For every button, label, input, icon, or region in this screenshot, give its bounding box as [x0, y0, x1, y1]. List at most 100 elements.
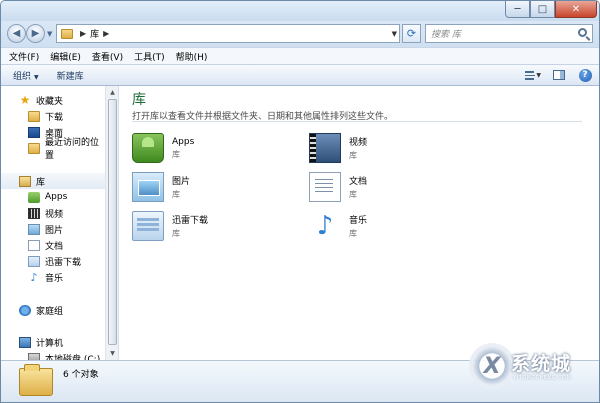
- nav-label: 家庭组: [36, 306, 64, 317]
- nav-label: 最近访问的位置: [45, 138, 100, 161]
- nav-favorites[interactable]: ★ 收藏夹: [1, 92, 105, 108]
- documents-library-icon: [28, 239, 40, 251]
- nav-label: 计算机: [36, 338, 64, 349]
- tile-type: 库: [349, 190, 357, 199]
- close-button[interactable]: ✕: [555, 1, 597, 18]
- search-placeholder: 搜索 库: [431, 30, 461, 40]
- menu-help[interactable]: 帮助(H): [176, 50, 208, 63]
- navigation-pane: ★ 收藏夹 下载 桌面 最近访问的位置 库 Apps 视频 图片 文档 迅雷下载…: [1, 86, 105, 360]
- title-bar[interactable]: ─ □ ✕: [1, 1, 599, 21]
- view-controls: ▼ ?: [515, 68, 593, 82]
- preview-pane-icon: [553, 70, 565, 80]
- preview-pane-button[interactable]: [551, 68, 567, 82]
- library-tile-xunlei-downloads[interactable]: 迅雷下载 库: [132, 208, 292, 244]
- change-view-button[interactable]: ▼: [525, 68, 541, 82]
- scrollbar-thumb[interactable]: [108, 99, 117, 345]
- help-icon: ?: [578, 68, 592, 82]
- search-icon: [578, 28, 587, 37]
- pictures-library-icon: [28, 223, 40, 235]
- nav-item-local-disk[interactable]: 本地磁盘 (C:): [1, 350, 105, 360]
- videos-library-icon: [309, 133, 341, 163]
- organize-label: 组织: [13, 71, 32, 82]
- nav-label: Apps: [45, 192, 68, 202]
- libraries-folder-icon: [19, 364, 53, 396]
- command-bar: 组织 ▼ 新建库 ▼ ?: [1, 64, 599, 86]
- nav-item-documents[interactable]: 文档: [1, 237, 105, 253]
- site-watermark: X 系统城 XITONGCHENG.COM: [469, 337, 599, 402]
- desktop-icon: [28, 126, 40, 138]
- apps-library-icon: [132, 133, 164, 163]
- breadcrumb-separator-icon[interactable]: ▶: [103, 29, 109, 38]
- scroll-down-icon[interactable]: ▼: [107, 348, 118, 359]
- watermark-logo-icon: X: [469, 343, 515, 389]
- library-tile-documents[interactable]: 文档 库: [309, 169, 469, 205]
- address-history-dropdown[interactable]: ▼: [392, 30, 397, 38]
- nav-libraries[interactable]: 库: [1, 173, 105, 189]
- tile-type: 库: [172, 190, 180, 199]
- tile-name: 文档: [349, 177, 368, 187]
- refresh-button[interactable]: ⟳: [402, 24, 421, 43]
- downloads-folder-icon: [28, 110, 40, 122]
- nav-item-recent-places[interactable]: 最近访问的位置: [1, 138, 105, 161]
- search-input[interactable]: 搜索 库: [425, 24, 593, 43]
- nav-label: 下载: [45, 112, 64, 123]
- new-library-button[interactable]: 新建库: [57, 69, 84, 82]
- apps-library-icon: [28, 191, 40, 203]
- view-options-icon: [525, 70, 536, 80]
- pictures-library-icon: [132, 172, 164, 202]
- libraries-content: 库 打开库以查看文件并根据文件夹、日期和其他属性排列这些文件。 Apps 库 视…: [119, 86, 599, 360]
- tile-type: 库: [172, 149, 180, 159]
- nav-item-music[interactable]: ♪ 音乐: [1, 269, 105, 285]
- tile-name: 音乐: [349, 216, 368, 226]
- chevron-down-icon: ▼: [34, 73, 39, 81]
- back-button[interactable]: ◀: [7, 24, 26, 43]
- tile-type: 库: [349, 151, 357, 160]
- homegroup-icon: [19, 304, 31, 316]
- address-bar[interactable]: ▶ 库 ▶ ▼: [56, 24, 400, 43]
- xunlei-downloads-library-icon: [28, 255, 40, 267]
- libraries-icon: [19, 175, 31, 187]
- library-tile-videos[interactable]: 视频 库: [309, 130, 469, 166]
- computer-icon: [19, 336, 31, 348]
- breadcrumb-separator-icon[interactable]: ▶: [80, 29, 86, 38]
- nav-pane-scrollbar[interactable]: ▲ ▼: [105, 86, 118, 360]
- tile-name: 视频: [349, 138, 368, 148]
- help-button[interactable]: ?: [577, 68, 593, 82]
- minimize-button[interactable]: ─: [505, 1, 530, 18]
- forward-button[interactable]: ▶: [26, 24, 45, 43]
- tile-name: Apps: [172, 136, 195, 147]
- nav-label: 库: [36, 177, 46, 188]
- menu-file[interactable]: 文件(F): [9, 50, 39, 63]
- library-folder-icon: [61, 28, 73, 39]
- nav-item-videos[interactable]: 视频: [1, 205, 105, 221]
- music-library-icon: ♪: [316, 211, 334, 241]
- tile-type: 库: [172, 229, 180, 238]
- arrow-left-icon: ◀: [12, 28, 21, 39]
- maximize-button[interactable]: □: [530, 1, 555, 18]
- menu-edit[interactable]: 编辑(E): [50, 50, 81, 63]
- explorer-window: ─ □ ✕ ◀ ▶ ▼ ▶ 库 ▶ ▼ ⟳ 搜索 库 文件(F) 编辑(E) 查…: [0, 0, 600, 403]
- nav-label: 视频: [45, 209, 64, 220]
- refresh-icon: ⟳: [406, 27, 417, 40]
- library-tile-music[interactable]: ♪ 音乐 库: [309, 208, 469, 244]
- watermark-text: 系统城: [511, 353, 572, 375]
- nav-homegroup[interactable]: 家庭组: [1, 302, 105, 318]
- nav-item-pictures[interactable]: 图片: [1, 221, 105, 237]
- watermark-subtext: XITONGCHENG.COM: [513, 375, 572, 381]
- breadcrumb-libraries[interactable]: 库: [90, 27, 99, 40]
- organize-button[interactable]: 组织 ▼: [13, 69, 39, 82]
- menu-tools[interactable]: 工具(T): [134, 50, 165, 63]
- nav-item-downloads[interactable]: 下载: [1, 108, 105, 124]
- nav-item-apps[interactable]: Apps: [1, 189, 105, 205]
- library-tile-pictures[interactable]: 图片 库: [132, 169, 292, 205]
- tile-name: 图片: [172, 177, 191, 187]
- nav-label: 迅雷下载: [45, 257, 82, 268]
- nav-item-xunlei-downloads[interactable]: 迅雷下载: [1, 253, 105, 269]
- nav-computer[interactable]: 计算机: [1, 334, 105, 350]
- library-tile-apps[interactable]: Apps 库: [132, 130, 292, 166]
- hard-disk-icon: [28, 352, 40, 360]
- xunlei-downloads-library-icon: [132, 211, 164, 241]
- scroll-up-icon[interactable]: ▲: [107, 87, 118, 98]
- recent-pages-dropdown[interactable]: ▼: [47, 30, 52, 38]
- menu-view[interactable]: 查看(V): [92, 50, 123, 63]
